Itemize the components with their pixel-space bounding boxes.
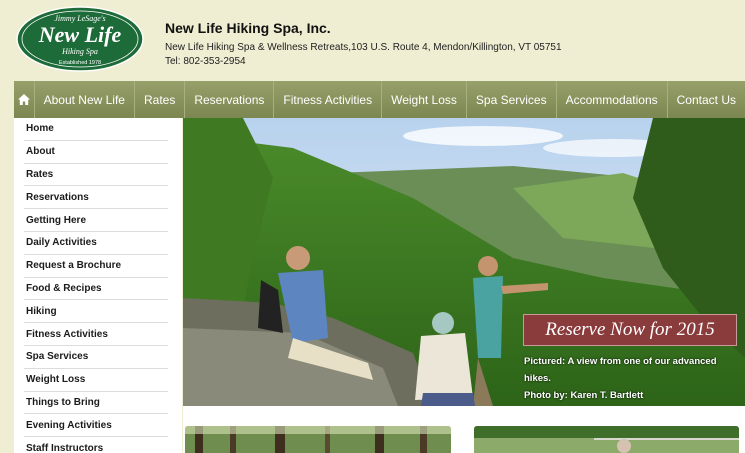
hero-banner[interactable]: Reserve Now for 2015 Pictured: A view fr… — [183, 118, 745, 406]
forest-photo — [185, 426, 451, 453]
sidebar-item-hiking[interactable]: Hiking — [24, 300, 168, 324]
sidebar-item-staff-instructors[interactable]: Staff Instructors — [24, 437, 168, 453]
caption-photo-credit: Photo by: Karen T. Bartlett — [524, 390, 644, 401]
company-address: New Life Hiking Spa & Wellness Retreats,… — [165, 42, 562, 53]
nav-weight-loss[interactable]: Weight Loss — [382, 81, 467, 118]
sidebar-item-rates[interactable]: Rates — [24, 164, 168, 187]
nav-accommodations[interactable]: Accommodations — [557, 81, 668, 118]
nav-about[interactable]: About New Life — [35, 81, 135, 118]
sidebar-item-spa-services[interactable]: Spa Services — [24, 346, 168, 369]
nav-contact[interactable]: Contact Us — [668, 81, 745, 118]
home-icon — [17, 94, 30, 105]
nav-reservations[interactable]: Reservations — [185, 81, 275, 118]
sidebar-item-about[interactable]: About — [24, 141, 168, 164]
sidebar-item-fitness-activities[interactable]: Fitness Activities — [24, 323, 168, 346]
new-life-logo[interactable]: Jimmy LeSage's New Life Hiking Spa Estab… — [16, 6, 144, 72]
nav-fitness-activities[interactable]: Fitness Activities — [274, 81, 383, 118]
sidebar-item-weight-loss[interactable]: Weight Loss — [24, 369, 168, 392]
reserve-now-badge[interactable]: Reserve Now for 2015 — [523, 314, 737, 346]
sidebar: Home About Rates Reservations Getting He… — [14, 118, 182, 453]
logo-est-text: Established 1978 — [59, 60, 101, 66]
sidebar-list: Home About Rates Reservations Getting He… — [14, 118, 182, 453]
caption-pictured: Pictured: A view from one of our advance… — [524, 356, 717, 384]
sidebar-item-reservations[interactable]: Reservations — [24, 186, 168, 210]
nav-home[interactable] — [14, 81, 35, 118]
brand-block: New Life Hiking Spa, Inc. New Life Hikin… — [165, 20, 562, 69]
garden-photo — [474, 426, 739, 453]
sidebar-item-daily-activities[interactable]: Daily Activities — [24, 232, 168, 255]
feature-image-right[interactable] — [474, 426, 739, 453]
logo-sub-text: Hiking Spa — [61, 47, 98, 56]
nav-spa-services[interactable]: Spa Services — [467, 81, 557, 118]
sidebar-item-request-brochure[interactable]: Request a Brochure — [24, 255, 168, 278]
sidebar-item-home[interactable]: Home — [24, 118, 168, 141]
company-name: New Life Hiking Spa, Inc. — [165, 20, 331, 36]
logo-main-text: New Life — [38, 22, 122, 47]
main-nav: About New Life Rates Reservations Fitnes… — [14, 81, 745, 118]
sidebar-item-things-to-bring[interactable]: Things to Bring — [24, 392, 168, 415]
nav-rates[interactable]: Rates — [135, 81, 186, 118]
sidebar-item-food-recipes[interactable]: Food & Recipes — [24, 278, 168, 301]
sidebar-item-getting-here[interactable]: Getting Here — [24, 209, 168, 232]
sidebar-item-evening-activities[interactable]: Evening Activities — [24, 414, 168, 438]
hero-caption: Pictured: A view from one of our advance… — [524, 353, 745, 404]
company-phone: Tel: 802-353-2954 — [165, 56, 246, 67]
feature-image-left[interactable] — [185, 426, 451, 453]
